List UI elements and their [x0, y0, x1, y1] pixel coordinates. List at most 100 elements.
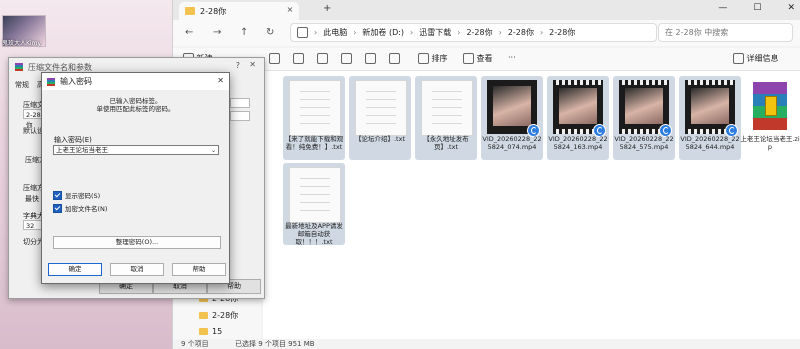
text-file-icon: [355, 80, 407, 136]
more-button[interactable]: ···: [508, 53, 516, 62]
tab-title: 2-28你: [200, 6, 227, 16]
password-note-line-1: 已输入密码标签。: [109, 97, 162, 105]
cancel-button[interactable]: 取消: [110, 263, 164, 276]
details-button[interactable]: 详细信息: [733, 53, 779, 64]
winrar-icon: [15, 63, 23, 71]
file-grid: 【来了就能下载和观看！纯免费！】.txt 【论坛介绍】.txt 【永久地址发布页…: [263, 71, 800, 339]
refresh-button[interactable]: ↻: [266, 27, 274, 38]
tab-current-folder[interactable]: 2-28你 ×: [179, 2, 299, 20]
password-note-line-2: 单使用匹配此标签的密码。: [96, 105, 175, 113]
details-label: 详细信息: [746, 54, 779, 63]
breadcrumb-separator: ›: [539, 28, 544, 37]
organize-passwords-button[interactable]: 整理密码(O)...: [53, 236, 221, 249]
view-label: 查看: [476, 54, 493, 63]
tab-general[interactable]: 常规: [15, 80, 29, 90]
video-thumbnail: [685, 80, 738, 137]
file-explorer-window: 2-28你 × + — ☐ ✕ ← → ↑ ↻ › 此电脑 › 新加卷 (D:)…: [172, 0, 800, 349]
file-name: 上老王论坛当老王.zip: [740, 135, 800, 151]
status-bar: 9 个项目 已选择 9 个项目 951 MB: [173, 339, 800, 349]
tab-bar: 2-28你 × + — ☐ ✕: [173, 0, 800, 20]
help-button[interactable]: 帮助: [172, 263, 226, 276]
details-icon: [733, 53, 744, 64]
share-icon[interactable]: [365, 53, 376, 64]
breadcrumb-this-pc[interactable]: 此电脑: [323, 27, 347, 38]
selection-info: 已选择 9 个项目 951 MB: [235, 340, 315, 348]
file-item[interactable]: 【来了就能下载和观看！纯免费！】.txt: [283, 76, 345, 160]
breadcrumb-folder-3[interactable]: 2-28你: [549, 27, 575, 38]
password-input[interactable]: 上老王论坛当老王 ⌄: [53, 145, 219, 155]
sidebar-item-folder-2[interactable]: 2-28你: [199, 310, 238, 321]
chevron-down-icon[interactable]: ⌄: [211, 146, 216, 155]
back-button[interactable]: ←: [185, 27, 193, 38]
password-label: 输入密码(E): [54, 136, 92, 144]
rename-icon[interactable]: [341, 53, 352, 64]
file-item[interactable]: VID_20260228_225824_163.mp4: [547, 76, 609, 160]
paste-icon[interactable]: [317, 53, 328, 64]
window-controls: — ☐ ✕: [718, 3, 795, 13]
file-item[interactable]: VID_20260228_225824_074.mp4: [481, 76, 543, 160]
breadcrumb-folder-1[interactable]: 2-28你: [466, 27, 492, 38]
file-item[interactable]: VID_20260228_225824_644.mp4: [679, 76, 741, 160]
show-password-checkbox[interactable]: 显示密码(S): [53, 190, 100, 200]
copy-icon[interactable]: [293, 53, 304, 64]
compression-method-value[interactable]: 最快: [25, 194, 39, 204]
file-name: 【论坛介绍】.txt: [354, 135, 405, 143]
file-item[interactable]: VID_20260228_225824_575.mp4: [613, 76, 675, 160]
file-name: 最新地址及APP请发邮箱自动获取！！！.txt: [285, 222, 343, 246]
file-item[interactable]: 【论坛介绍】.txt: [349, 76, 411, 160]
file-name: VID_20260228_225824_163.mp4: [548, 135, 608, 151]
close-tab-button[interactable]: ×: [285, 5, 295, 14]
breadcrumb-folder-2[interactable]: 2-28你: [508, 27, 534, 38]
close-dialog-button[interactable]: ✕: [249, 60, 256, 69]
enter-password-dialog: 输入密码 ✕ 已输入密码标签。 单使用匹配此标签的密码。 输入密码(E) 上老王…: [41, 72, 230, 284]
sidebar-item-folder-3[interactable]: 15: [199, 327, 222, 336]
archive-icon: [745, 80, 795, 134]
file-item[interactable]: 最新地址及APP请发邮箱自动获取！！！.txt: [283, 163, 345, 246]
breadcrumb-drive-d[interactable]: 新加卷 (D:): [362, 27, 404, 38]
close-dialog-button[interactable]: ✕: [217, 76, 224, 85]
address-bar[interactable]: › 此电脑 › 新加卷 (D:) › 迅雷下载 › 2-28你 › 2-28你 …: [290, 23, 657, 42]
password-value: 上老王论坛当老王: [56, 146, 108, 154]
search-box[interactable]: 在 2-28你 中搜索: [658, 23, 793, 42]
profiles-dropdown[interactable]: [230, 98, 250, 108]
sidebar-item-label: 15: [212, 327, 223, 336]
video-thumbnail: [619, 80, 672, 137]
file-item[interactable]: 上老王论坛当老王.zip: [739, 76, 800, 160]
new-tab-button[interactable]: +: [323, 3, 331, 14]
encrypt-filenames-checkbox[interactable]: 加密文件名(N): [53, 203, 107, 213]
help-icon[interactable]: ?: [236, 61, 240, 70]
sort-button[interactable]: 排序: [418, 53, 448, 64]
forward-button[interactable]: →: [213, 27, 221, 38]
file-name: VID_20260228_225824_644.mp4: [680, 135, 740, 151]
breadcrumb-separator: ›: [457, 28, 461, 37]
view-button[interactable]: 查看: [463, 53, 493, 64]
encrypt-filenames-label: 加密文件名(N): [65, 205, 108, 213]
file-item[interactable]: 【永久地址发布页】.txt: [415, 76, 477, 160]
breadcrumb-separator: ›: [410, 28, 414, 37]
text-file-icon: [421, 80, 473, 136]
folder-icon: [185, 7, 195, 15]
close-window-button[interactable]: ✕: [787, 3, 795, 13]
update-mode-dropdown[interactable]: [230, 111, 250, 121]
sort-icon: [418, 53, 429, 64]
video-thumbnail: [487, 80, 540, 137]
search-placeholder: 在 2-28你 中搜索: [665, 28, 729, 37]
breadcrumb-xunlei[interactable]: 迅雷下载: [419, 27, 451, 38]
breadcrumb-separator: ›: [314, 28, 318, 37]
show-password-label: 显示密码(S): [65, 192, 101, 200]
ok-button[interactable]: 确定: [48, 263, 102, 276]
breadcrumb-separator: ›: [353, 28, 357, 37]
delete-icon[interactable]: [389, 53, 400, 64]
password-note: 已输入密码标签。 单使用匹配此标签的密码。: [42, 97, 229, 113]
dialog-title: 压缩文件名和参数: [28, 62, 92, 72]
folder-icon: [199, 312, 208, 319]
cut-icon[interactable]: [269, 53, 280, 64]
command-toolbar: 新建 排序 查看 ··· 详细信息: [173, 48, 800, 71]
file-name: 【永久地址发布页】.txt: [423, 135, 469, 151]
navigation-bar: ← → ↑ ↻ › 此电脑 › 新加卷 (D:) › 迅雷下载 › 2-28你 …: [173, 20, 800, 46]
minimize-button[interactable]: —: [718, 3, 727, 13]
desktop-shortcut-label: 鬼玫大人Kimy: [2, 40, 41, 47]
maximize-button[interactable]: ☐: [753, 3, 761, 13]
view-icon: [463, 53, 474, 64]
up-button[interactable]: ↑: [240, 27, 248, 38]
